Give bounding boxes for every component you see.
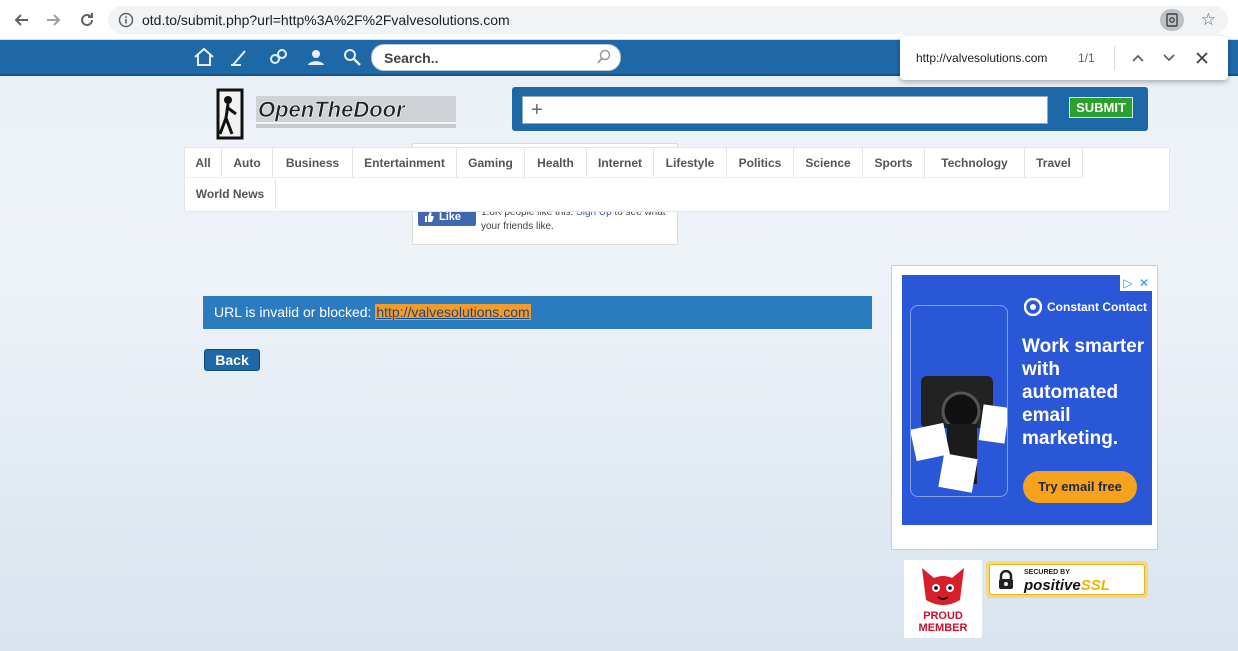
category-politics[interactable]: Politics xyxy=(727,148,794,178)
proud-member-text: PROUD MEMBER xyxy=(918,610,968,634)
error-message: URL is invalid or blocked: http://valves… xyxy=(203,296,872,329)
submit-box: + SUBMIT xyxy=(512,87,1148,131)
search-icon[interactable] xyxy=(596,49,612,68)
ad-cta-button[interactable]: Try email free xyxy=(1023,471,1137,503)
ssl-brand: positiveSSL xyxy=(1024,577,1110,594)
submit-url-input[interactable]: + xyxy=(522,96,1048,124)
find-query-input[interactable]: http://valvesolutions.com xyxy=(916,51,1047,65)
logo-text: OpenTheDoor xyxy=(258,97,406,122)
browser-toolbar: otd.to/submit.php?url=http%3A%2F%2Fvalve… xyxy=(0,0,1238,40)
proud-member-badge[interactable]: PROUD MEMBER xyxy=(904,560,982,638)
find-in-page-icon[interactable] xyxy=(1160,9,1184,31)
find-bar: http://valvesolutions.com 1/1 xyxy=(900,36,1228,80)
category-auto[interactable]: Auto xyxy=(222,148,273,178)
chevron-down-icon[interactable] xyxy=(1159,48,1179,68)
close-icon[interactable] xyxy=(1192,48,1212,68)
chevron-up-icon[interactable] xyxy=(1128,48,1148,68)
users-icon[interactable] xyxy=(304,46,328,68)
address-url[interactable]: otd.to/submit.php?url=http%3A%2F%2Fvalve… xyxy=(142,12,510,28)
find-match-count: 1/1 xyxy=(1078,51,1095,65)
category-health[interactable]: Health xyxy=(525,148,587,178)
plus-icon: + xyxy=(531,99,543,121)
cat-logo-icon xyxy=(922,568,964,605)
search-input[interactable] xyxy=(382,48,586,68)
category-nav: All Auto Business Entertainment Gaming H… xyxy=(184,147,1170,212)
category-gaming[interactable]: Gaming xyxy=(457,148,525,178)
thumbs-up-icon xyxy=(425,211,434,222)
search-people-icon[interactable] xyxy=(340,46,364,68)
ad-banner[interactable]: ▷ ✕ Constant Contact Work smarter with au… xyxy=(902,275,1152,525)
category-technology[interactable]: Technology xyxy=(925,148,1025,178)
ad-frame-bottom xyxy=(891,540,1158,550)
category-science[interactable]: Science xyxy=(794,148,863,178)
ad-choices-icon: ▷ xyxy=(1120,275,1136,291)
ssl-secured-by: SECURED BY xyxy=(1024,569,1070,576)
error-text: URL is invalid or blocked: xyxy=(214,304,372,320)
category-internet[interactable]: Internet xyxy=(587,148,654,178)
category-travel[interactable]: Travel xyxy=(1025,148,1083,178)
back-arrow-icon[interactable] xyxy=(9,8,33,32)
ad-choices[interactable]: ▷ ✕ xyxy=(1120,275,1152,291)
ad-headline: Work smarter with automated email market… xyxy=(1022,336,1145,449)
submit-button[interactable]: SUBMIT xyxy=(1069,97,1133,118)
category-entertainment[interactable]: Entertainment xyxy=(353,148,457,178)
constant-contact-logo-icon xyxy=(1024,298,1042,316)
category-sports[interactable]: Sports xyxy=(863,148,925,178)
find-divider xyxy=(1114,46,1115,70)
link-icon[interactable] xyxy=(266,46,290,68)
site-logo[interactable]: OpenTheDoor xyxy=(210,86,470,142)
site-info-icon[interactable] xyxy=(118,12,134,31)
ad-brand: Constant Contact xyxy=(1024,298,1147,316)
bookmark-star-icon[interactable]: ☆ xyxy=(1201,10,1216,30)
like-label: Like xyxy=(439,210,462,223)
category-world-news[interactable]: World News xyxy=(185,179,276,209)
phone-illustration xyxy=(910,305,1010,497)
address-bar[interactable]: otd.to/submit.php?url=http%3A%2F%2Fvalve… xyxy=(108,6,1228,34)
ad-close-icon: ✕ xyxy=(1136,275,1152,291)
category-business[interactable]: Business xyxy=(273,148,353,178)
forward-arrow-icon[interactable] xyxy=(42,8,66,32)
positive-ssl-badge[interactable]: SECURED BY positiveSSL xyxy=(986,561,1148,598)
home-icon[interactable] xyxy=(192,46,216,68)
error-url-link[interactable]: http://valvesolutions.com xyxy=(375,304,531,320)
category-lifestyle[interactable]: Lifestyle xyxy=(654,148,727,178)
reload-icon[interactable] xyxy=(75,8,99,32)
site-search xyxy=(371,44,621,71)
write-pencil-icon[interactable] xyxy=(228,46,252,68)
back-button[interactable]: Back xyxy=(204,349,260,371)
padlock-icon xyxy=(999,570,1013,589)
category-all[interactable]: All xyxy=(185,148,222,178)
